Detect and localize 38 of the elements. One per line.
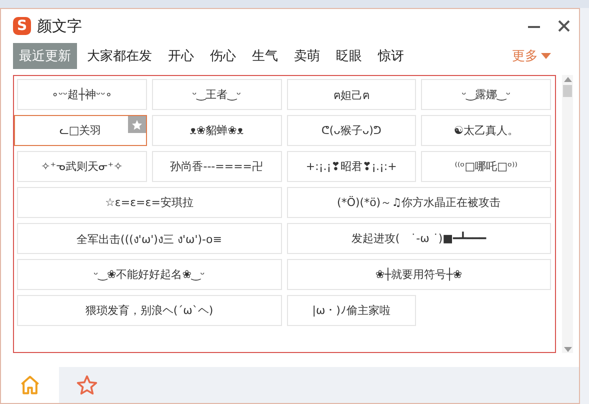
home-tab[interactable] <box>1 367 59 403</box>
home-icon <box>19 374 41 396</box>
category-tab[interactable]: 大家都在发 <box>81 43 158 69</box>
star-icon <box>76 374 98 396</box>
category-tab[interactable]: 卖萌 <box>288 43 326 69</box>
emoticon-item[interactable]: ฅ妲己ฅ <box>286 79 416 110</box>
emoticon-item[interactable]: ☆ε=ε=ε=安琪拉 <box>17 187 282 218</box>
emoticon-item[interactable]: ᵕ‿❀不能好好起名❀‿ᵕ <box>17 259 282 290</box>
emoticon-item[interactable]: ☯太乙真人。 <box>421 115 551 146</box>
window-title: 颜文字 <box>37 16 82 36</box>
scroll-down-icon[interactable] <box>562 345 572 353</box>
scrollbar[interactable] <box>562 75 573 353</box>
scroll-up-icon[interactable] <box>562 75 572 83</box>
category-tab[interactable]: 伤心 <box>204 43 242 69</box>
emoticon-item[interactable]: (*Ö)(*ö)～♫你方水晶正在被攻击 <box>286 187 551 218</box>
logo-icon: S <box>13 17 31 35</box>
emoticon-item[interactable]: ⁽⁽ᵒ□哪吒□ᵒ⁾⁾ <box>421 151 551 182</box>
emoticon-item[interactable]: ᵕ‿露娜‿ᵕ <box>421 79 551 110</box>
emoticon-item[interactable]: ∘ᵕᵕ超┼神ᵕᵕ∘ <box>17 79 147 110</box>
emoticon-item[interactable]: ᴥ❀貂蝉❀ᴥ <box>152 115 282 146</box>
category-tab[interactable]: 开心 <box>162 43 200 69</box>
emoticon-item[interactable]: ᵕ‿王者‿ᵕ <box>152 79 282 110</box>
emoticon-item[interactable]: |ω・)ﾉ偷主家啦 <box>286 295 416 326</box>
caret-icon <box>541 53 551 59</box>
emoticon-item[interactable]: ᕦ(ᴗ猴子ᴗ)ᕤ <box>286 115 416 146</box>
emoticon-item[interactable]: ᓚ□关羽 <box>14 115 147 146</box>
category-tab[interactable]: 生气 <box>246 43 284 69</box>
emoticon-item[interactable]: +:¡.¡❣昭君❣¡.¡:+ <box>286 151 416 182</box>
emoticon-item[interactable]: 全军出击(((ง'ω')ง三 ง'ω')-o≡ <box>17 223 282 254</box>
emoticon-item[interactable]: ✧⁺ᓀ武则天ᓂ⁺✧ <box>17 151 147 182</box>
scroll-thumb[interactable] <box>563 85 572 97</box>
emoticon-item[interactable]: 发起进攻( ˙-ω ˙)■━┻━━━ <box>286 223 551 254</box>
close-button[interactable] <box>557 19 571 33</box>
emoticon-item[interactable]: 孙尚香---====卍 <box>152 151 282 182</box>
emoticon-item[interactable]: ❀┼就要用符号┼❀ <box>286 259 551 290</box>
emoticon-item[interactable]: 猥琐发育，别浪ヘ(´ω`ヘ) <box>17 295 282 326</box>
category-tab[interactable]: 眨眼 <box>330 43 368 69</box>
category-tab[interactable]: 惊讶 <box>372 43 410 69</box>
